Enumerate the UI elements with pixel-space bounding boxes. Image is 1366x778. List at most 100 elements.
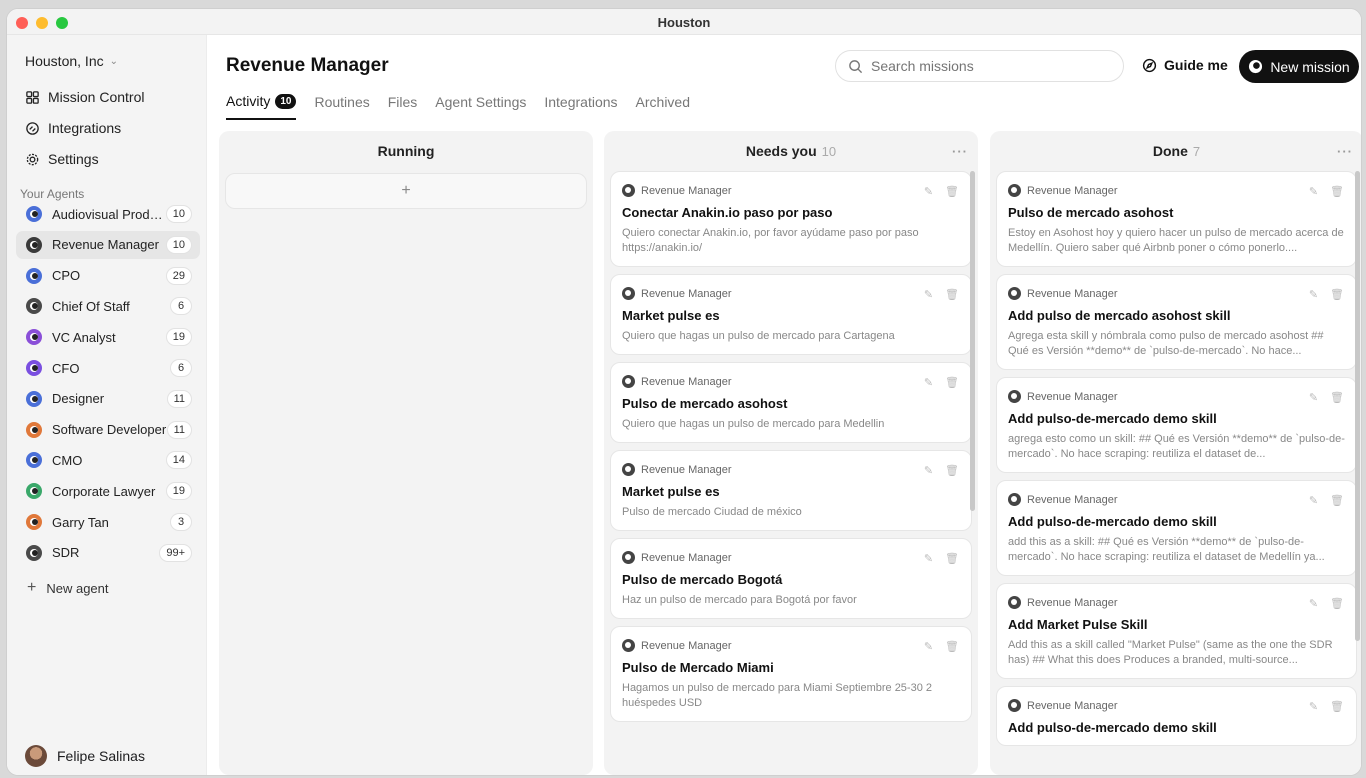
- sidebar-agent-item[interactable]: Designer 11: [16, 385, 200, 413]
- chevron-down-icon: ⌄: [109, 55, 118, 67]
- sidebar-agent-item[interactable]: SDR 99+: [16, 539, 200, 567]
- agent-name: Audiovisual Produ...: [52, 206, 166, 222]
- card-agent-name: Revenue Manager: [641, 375, 732, 388]
- tab-label: Activity: [226, 93, 271, 109]
- sidebar-item-mission-control[interactable]: Mission Control: [25, 89, 144, 105]
- trash-icon[interactable]: 🗑: [945, 185, 959, 198]
- trash-icon[interactable]: 🗑: [1330, 185, 1344, 198]
- trash-icon[interactable]: 🗑: [945, 640, 959, 653]
- new-mission-button[interactable]: New mission: [1239, 50, 1359, 83]
- card-title: Add pulso-de-mercado demo skill: [1008, 720, 1217, 735]
- sidebar-agent-item[interactable]: Garry Tan 3: [16, 508, 200, 536]
- mission-card[interactable]: Revenue Manager ✎ 🗑 Pulso de mercado asohos…: [610, 362, 972, 443]
- card-actions: ✎ 🗑: [1309, 700, 1344, 713]
- sidebar-agent-item[interactable]: CMO 14: [16, 446, 200, 474]
- sidebar-agent-item[interactable]: Software Developer 11: [16, 416, 200, 444]
- mission-card[interactable]: Revenue Manager ✎ 🗑 Conectar Anakin.io paso…: [610, 171, 972, 267]
- card-meta: Revenue Manager: [1008, 287, 1345, 300]
- mission-card[interactable]: Revenue Manager ✎ 🗑 Pulso de mercado asohos…: [996, 171, 1357, 267]
- trash-icon[interactable]: 🗑: [1330, 700, 1344, 713]
- edit-icon[interactable]: ✎: [924, 376, 933, 389]
- card-description: Agrega esta skill y nómbrala como pulso …: [1008, 330, 1324, 357]
- sidebar-agent-item[interactable]: Chief Of Staff 6: [16, 292, 200, 320]
- sidebar-agent-item[interactable]: VC Analyst 19: [16, 323, 200, 351]
- mission-card[interactable]: Revenue Manager ✎ 🗑 Pulso de mercado Bogotá…: [610, 538, 972, 619]
- mission-card[interactable]: Revenue Manager ✎ 🗑 Market pulse es Quiero q…: [610, 274, 972, 355]
- card-actions: ✎ 🗑: [924, 376, 959, 389]
- edit-icon[interactable]: ✎: [924, 640, 933, 653]
- tab-integrations[interactable]: Integrations: [544, 93, 617, 120]
- edit-icon[interactable]: ✎: [1309, 391, 1318, 404]
- card-meta: Revenue Manager: [622, 639, 960, 652]
- card-description: Quiero que hagas un pulso de mercado par…: [622, 330, 895, 342]
- agent-avatar-icon: [26, 206, 42, 222]
- tab-archived[interactable]: Archived: [636, 93, 690, 120]
- main-content: Revenue Manager Guide me New mission Act…: [208, 35, 1361, 775]
- mission-card[interactable]: Revenue Manager ✎ 🗑 Market pulse es Pulso de…: [610, 450, 972, 531]
- more-options-icon[interactable]: ···: [952, 144, 968, 159]
- agent-count-badge: 19: [165, 482, 192, 501]
- compass-icon: [1142, 58, 1157, 72]
- edit-icon[interactable]: ✎: [1309, 597, 1318, 610]
- edit-icon[interactable]: ✎: [924, 464, 933, 477]
- edit-icon[interactable]: ✎: [1309, 185, 1318, 198]
- card-actions: ✎ 🗑: [924, 288, 959, 301]
- sidebar-agent-item[interactable]: Audiovisual Produ... 10: [16, 200, 200, 228]
- agent-avatar-icon: [1008, 390, 1021, 403]
- more-options-icon[interactable]: ···: [1337, 144, 1353, 159]
- mission-card[interactable]: Revenue Manager ✎ 🗑 Add pulso-de-mercado de…: [996, 480, 1357, 576]
- tab-agent-settings[interactable]: Agent Settings: [435, 93, 526, 120]
- card-title: Pulso de Mercado Miami: [622, 660, 774, 675]
- search-input[interactable]: [871, 58, 1091, 74]
- card-description: add this as a skill: ## Qué es Versión *…: [1008, 536, 1325, 563]
- tab-label: Archived: [635, 94, 690, 110]
- trash-icon[interactable]: 🗑: [945, 376, 959, 389]
- edit-icon[interactable]: ✎: [924, 552, 933, 565]
- tab-routines[interactable]: Routines: [314, 93, 369, 120]
- mission-card[interactable]: Revenue Manager ✎ 🗑 Add Market Pulse Skill A…: [996, 583, 1357, 679]
- sidebar-agent-item[interactable]: CPO 29: [16, 262, 200, 290]
- trash-icon[interactable]: 🗑: [945, 288, 959, 301]
- trash-icon[interactable]: 🗑: [1330, 288, 1344, 301]
- org-switcher[interactable]: Houston, Inc ⌄: [25, 53, 118, 69]
- search-field[interactable]: [835, 50, 1124, 82]
- window-title: Houston: [657, 15, 711, 30]
- agent-avatar-icon: [1008, 493, 1021, 506]
- new-agent-button[interactable]: + New agent: [27, 579, 109, 597]
- user-profile[interactable]: Felipe Salinas: [25, 745, 145, 767]
- column-needs-you: Needs you 10 ··· Revenue Manager ✎ 🗑 Conect…: [604, 131, 978, 775]
- tab-activity[interactable]: Activity 10: [226, 93, 297, 120]
- sidebar-item-integrations[interactable]: Integrations: [25, 120, 121, 136]
- edit-icon[interactable]: ✎: [1309, 700, 1318, 713]
- mission-card[interactable]: Revenue Manager ✎ 🗑 Pulso de Mercado Miami H…: [610, 626, 972, 722]
- trash-icon[interactable]: 🗑: [1330, 391, 1344, 404]
- mission-card[interactable]: Revenue Manager ✎ 🗑 Add pulso de mercado as…: [996, 274, 1357, 370]
- edit-icon[interactable]: ✎: [1309, 494, 1318, 507]
- trash-icon[interactable]: 🗑: [1330, 494, 1344, 507]
- sidebar-agent-item[interactable]: Corporate Lawyer 19: [16, 477, 200, 505]
- edit-icon[interactable]: ✎: [1309, 288, 1318, 301]
- agent-name: VC Analyst: [52, 329, 116, 345]
- trash-icon[interactable]: 🗑: [945, 552, 959, 565]
- sidebar-agent-item[interactable]: CFO 6: [16, 354, 200, 382]
- edit-icon[interactable]: ✎: [924, 288, 933, 301]
- tab-files[interactable]: Files: [388, 93, 418, 120]
- card-meta: Revenue Manager: [1008, 390, 1345, 403]
- trash-icon[interactable]: 🗑: [1330, 597, 1344, 610]
- guide-me-button[interactable]: Guide me: [1142, 57, 1228, 73]
- trash-icon[interactable]: 🗑: [945, 464, 959, 477]
- houston-logo-icon: [1249, 59, 1263, 74]
- sidebar-item-settings[interactable]: Settings: [25, 151, 99, 167]
- mission-card[interactable]: Revenue Manager ✎ 🗑 Add pulso-de-mercado de…: [996, 377, 1357, 473]
- card-actions: ✎ 🗑: [924, 185, 959, 198]
- scrollbar[interactable]: [970, 171, 975, 511]
- mission-card[interactable]: Revenue Manager ✎ 🗑 Add pulso-de-mercado de…: [996, 686, 1357, 746]
- agent-avatar-icon: [1008, 699, 1021, 712]
- add-mission-button[interactable]: +: [225, 173, 587, 209]
- agent-name: SDR: [52, 545, 80, 561]
- sidebar-agent-item[interactable]: Revenue Manager 10: [16, 230, 200, 259]
- column-title: Needs you: [745, 143, 817, 159]
- scrollbar[interactable]: [1355, 171, 1360, 641]
- agent-count-badge: 19: [165, 328, 192, 347]
- edit-icon[interactable]: ✎: [924, 185, 933, 198]
